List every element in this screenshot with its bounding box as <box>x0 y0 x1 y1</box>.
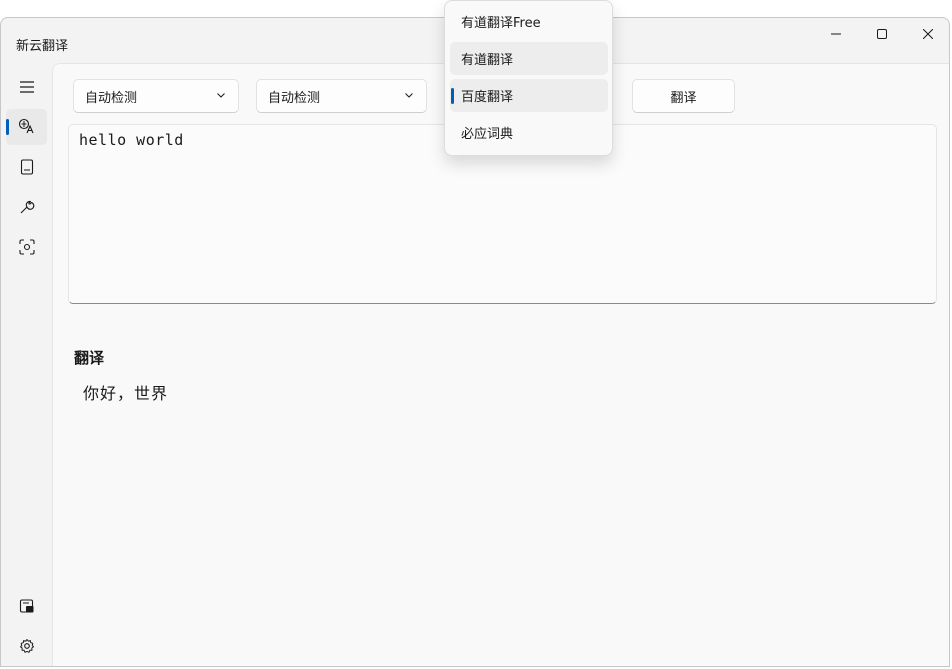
maximize-icon <box>877 29 887 39</box>
clipboard-icon <box>19 598 35 614</box>
result-heading: 翻译 <box>74 349 105 367</box>
close-button[interactable] <box>905 18 949 50</box>
engine-option-baidu[interactable]: 百度翻译 <box>450 79 608 112</box>
chevron-down-icon <box>404 90 414 100</box>
target-language-dropdown[interactable]: 自动检测 <box>256 79 427 113</box>
book-icon <box>20 159 34 175</box>
navigation-sidebar <box>1 63 51 666</box>
engine-option-bing-dict[interactable]: 必应词典 <box>450 116 608 149</box>
minimize-button[interactable] <box>813 18 859 50</box>
source-language-value: 自动检测 <box>85 90 138 106</box>
nav-item-ocr[interactable] <box>6 229 47 265</box>
chevron-down-icon <box>216 90 226 100</box>
screenshot-ocr-icon <box>18 239 35 255</box>
engine-dropdown-menu: 有道翻译Free 有道翻译 百度翻译 必应词典 <box>444 0 613 156</box>
close-icon <box>923 29 933 39</box>
target-language-value: 自动检测 <box>268 90 321 106</box>
nav-item-clipboard[interactable] <box>6 588 47 624</box>
gear-icon <box>19 638 35 654</box>
result-text: 你好，世界 <box>83 384 169 403</box>
maximize-button[interactable] <box>859 18 905 50</box>
app-title: 新云翻译 <box>16 39 69 54</box>
nav-item-translate[interactable] <box>6 109 47 145</box>
hamburger-menu-icon <box>19 80 35 94</box>
translate-button[interactable]: 翻译 <box>632 79 735 113</box>
hamburger-menu-button[interactable] <box>6 69 47 105</box>
translate-icon <box>18 118 36 136</box>
settings-button[interactable] <box>6 628 47 664</box>
minimize-icon <box>831 29 841 39</box>
nav-item-tools[interactable] <box>6 189 47 225</box>
nav-item-dictionary[interactable] <box>6 149 47 185</box>
wrench-icon <box>19 199 35 215</box>
engine-option-youdao-free[interactable]: 有道翻译Free <box>450 5 608 38</box>
engine-option-youdao[interactable]: 有道翻译 <box>450 42 608 75</box>
source-language-dropdown[interactable]: 自动检测 <box>73 79 239 113</box>
